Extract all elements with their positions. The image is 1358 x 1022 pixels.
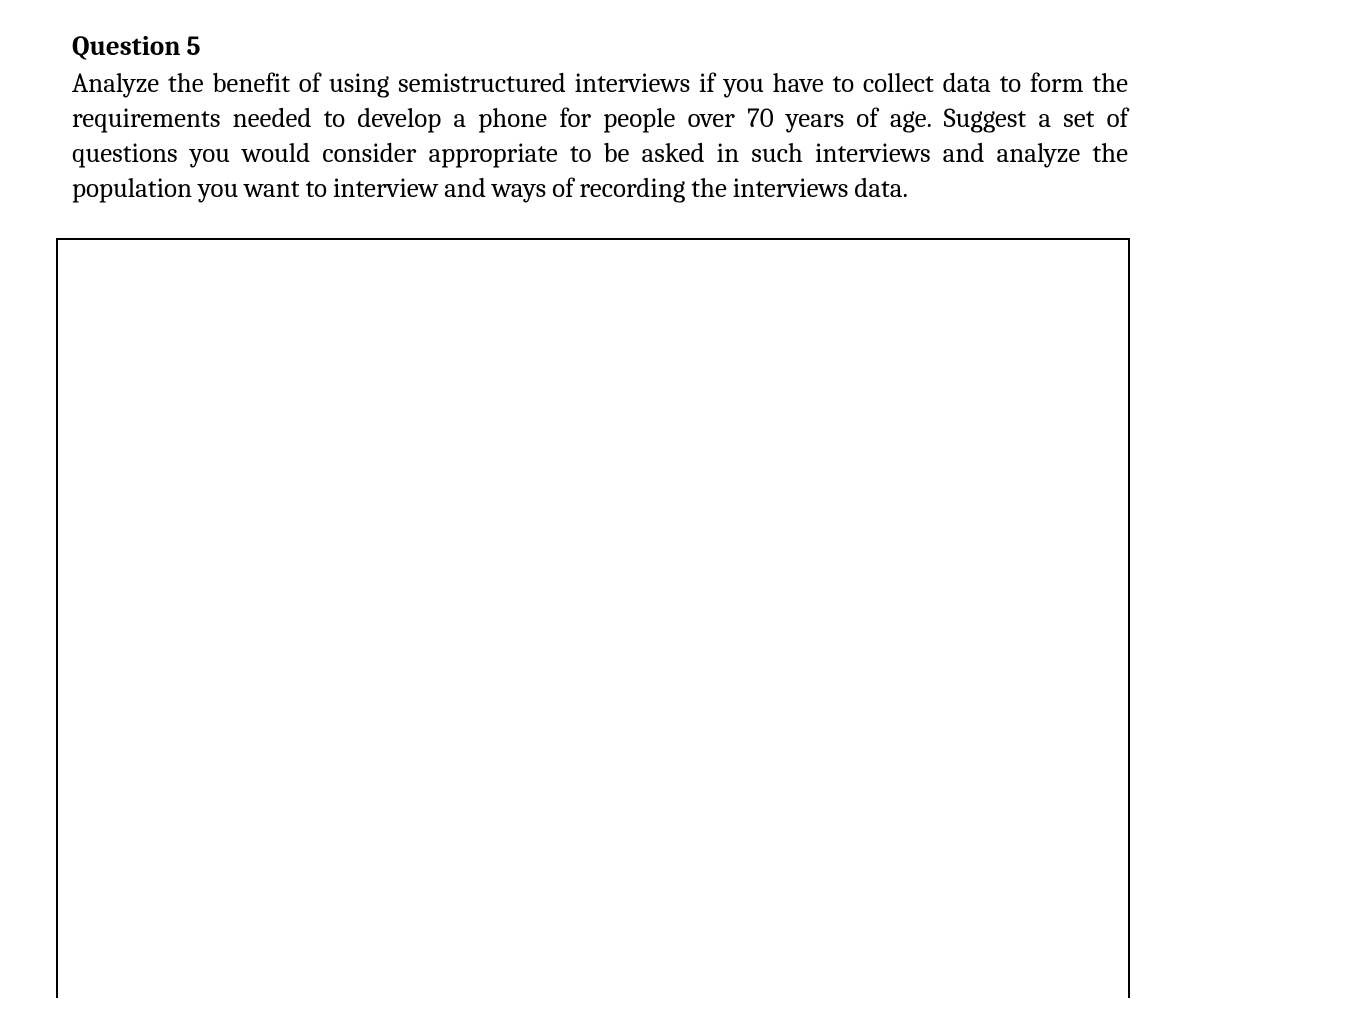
question-body: Analyze the benefit of using semistructu… [72,66,1128,206]
question-block: Question 5 Analyze the benefit of using … [0,30,1358,206]
answer-box [56,238,1130,998]
question-title: Question 5 [72,30,1128,64]
